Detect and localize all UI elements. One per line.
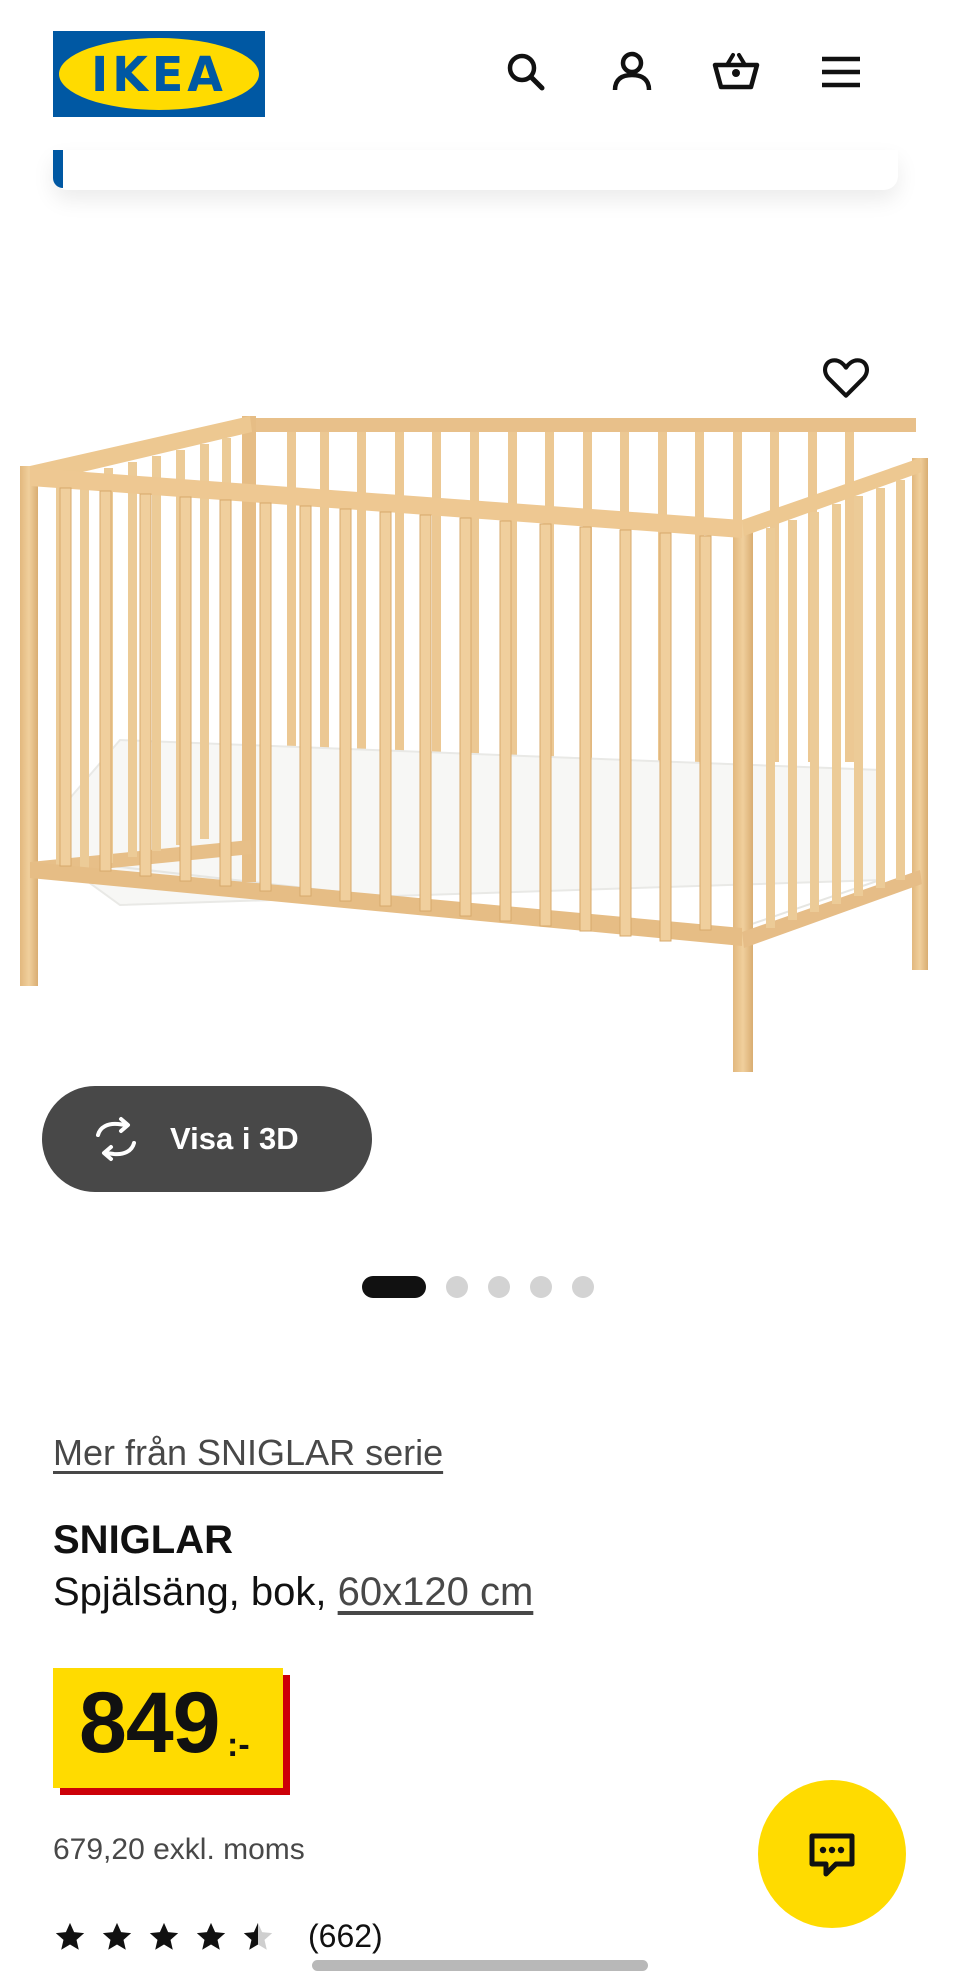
star-full-icon: [102, 1922, 132, 1950]
logo-oval: IKEA: [59, 38, 259, 110]
size-link[interactable]: 60x120 cm: [338, 1570, 534, 1614]
star-full-icon: [196, 1922, 226, 1950]
product-description-text: Spjälsäng, bok,: [53, 1570, 327, 1614]
site-header: IKEA: [0, 0, 960, 150]
search-icon[interactable]: [498, 44, 554, 100]
gallery-dot-1[interactable]: [362, 1276, 426, 1298]
gallery-pagination: [362, 1276, 614, 1298]
star-half-icon: [243, 1922, 273, 1950]
notice-card: [53, 150, 898, 190]
notice-accent: [53, 150, 63, 188]
logo-text: IKEA: [91, 45, 227, 103]
price-tag: 849 :-: [53, 1668, 283, 1788]
gallery-dot-3[interactable]: [488, 1276, 510, 1298]
gallery-dot-4[interactable]: [530, 1276, 552, 1298]
series-link[interactable]: Mer från SNIGLAR serie: [53, 1432, 443, 1474]
chat-icon: [809, 1833, 855, 1877]
view-3d-button[interactable]: Visa i 3D: [42, 1086, 372, 1192]
rating-count: (662): [308, 1918, 383, 1954]
star-full-icon: [149, 1922, 179, 1950]
price-excl-vat: 679,20 exkl. moms: [53, 1833, 305, 1866]
product-description: Spjälsäng, bok, 60x120 cm: [53, 1570, 533, 1615]
menu-icon[interactable]: [813, 44, 869, 100]
product-image-crib: [20, 416, 928, 1072]
view-3d-label: Visa i 3D: [170, 1121, 299, 1156]
chat-button[interactable]: [758, 1780, 906, 1928]
ikea-logo[interactable]: IKEA: [53, 31, 265, 117]
gallery-dot-2[interactable]: [446, 1276, 468, 1298]
account-icon[interactable]: [604, 44, 660, 100]
rotate-3d-icon: [96, 1117, 136, 1161]
price-amount: 849: [79, 1675, 220, 1771]
price-suffix: :-: [227, 1726, 250, 1764]
rating[interactable]: (662): [53, 1918, 383, 1955]
favorite-heart-icon[interactable]: [818, 350, 874, 406]
gallery-dot-5[interactable]: [572, 1276, 594, 1298]
basket-icon[interactable]: [708, 44, 764, 100]
home-indicator[interactable]: [312, 1960, 648, 1971]
product-name: SNIGLAR: [53, 1518, 233, 1562]
star-full-icon: [55, 1922, 85, 1950]
